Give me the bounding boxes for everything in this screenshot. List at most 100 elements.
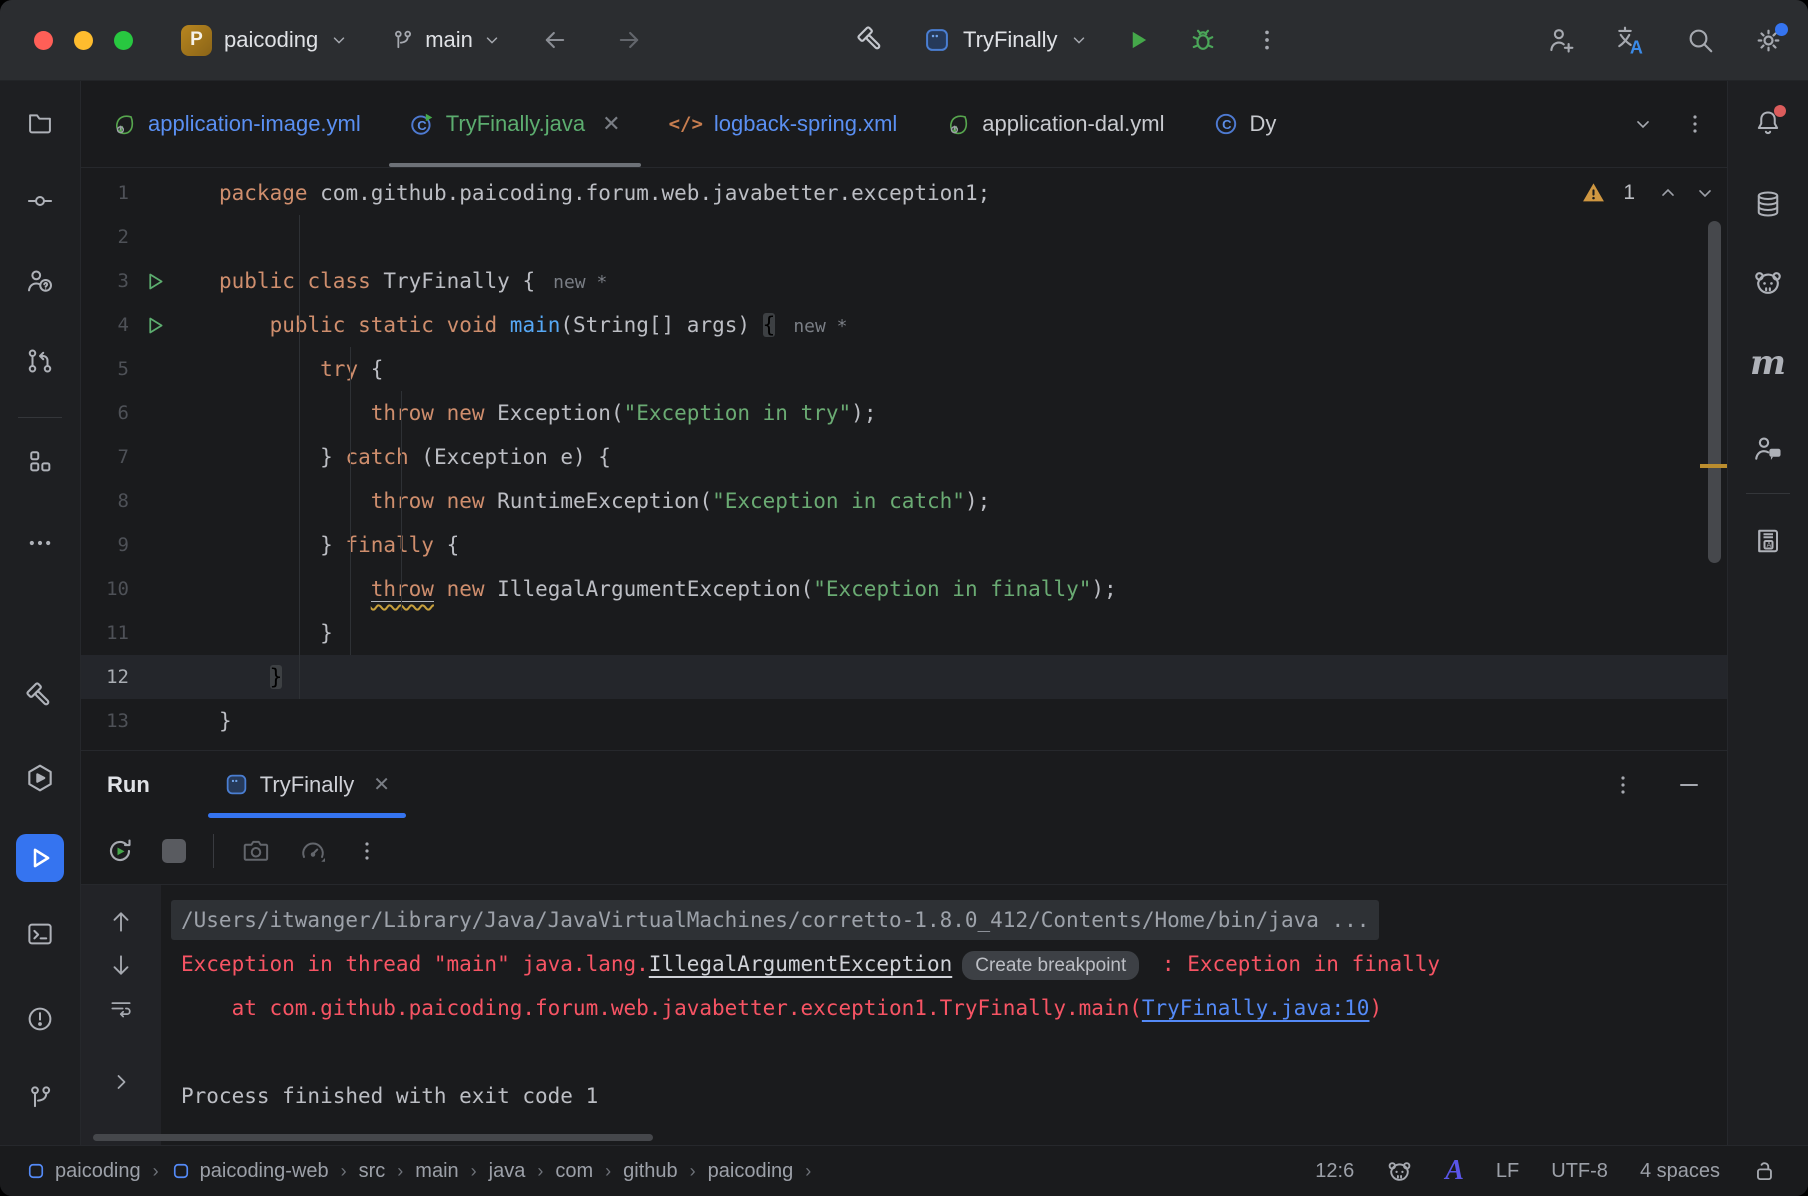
console-horizontal-scrollbar[interactable]	[93, 1134, 653, 1141]
close-tab-icon[interactable]: ✕	[602, 111, 620, 137]
hide-panel-minus-icon[interactable]	[1677, 773, 1701, 797]
warning-stripe-mark[interactable]	[1700, 464, 1727, 468]
code-line-13[interactable]: 13}	[81, 699, 1727, 743]
breadcrumb-item-paicoding[interactable]: paicoding	[26, 1160, 141, 1183]
code-line-2[interactable]: 2	[81, 215, 1727, 259]
structure-tool-icon[interactable]	[16, 437, 64, 485]
code-line-9[interactable]: 9 } finally {	[81, 523, 1727, 567]
terminal-tool-icon[interactable]	[16, 910, 64, 958]
database-tool-icon[interactable]	[1744, 180, 1792, 228]
breadcrumb-item-github[interactable]: github	[623, 1160, 678, 1183]
console-options-kebab-icon[interactable]	[355, 839, 379, 863]
notifications-tool-icon[interactable]	[1744, 99, 1792, 147]
run-console[interactable]: /Users/itwanger/Library/Java/JavaVirtual…	[81, 885, 1727, 1145]
scroll-up-arrow-icon[interactable]	[108, 909, 134, 935]
version-control-tool-icon[interactable]	[16, 1074, 64, 1122]
previous-warning-chevron-icon[interactable]	[1658, 183, 1678, 203]
build-hammer-icon[interactable]	[855, 24, 887, 56]
tab-logback-spring-xml[interactable]: </> logback-spring.xml	[645, 81, 922, 167]
hidden-tabs-chevron-icon[interactable]	[1633, 114, 1653, 134]
create-breakpoint-badge[interactable]: Create breakpoint	[962, 951, 1139, 980]
code-line-12[interactable]: 12 }	[81, 655, 1727, 699]
code-line-10[interactable]: 10 throw new IllegalArgumentException("E…	[81, 567, 1727, 611]
project-tool-icon[interactable]	[16, 99, 64, 147]
thread-dump-camera-icon[interactable]	[241, 836, 271, 866]
breadcrumb-item-java[interactable]: java	[489, 1160, 526, 1183]
pull-requests-tool-icon[interactable]	[16, 337, 64, 385]
breadcrumb-label: github	[623, 1160, 678, 1183]
m-plugin-tool-icon[interactable]: m	[1744, 339, 1792, 387]
search-icon[interactable]	[1685, 25, 1715, 55]
run-configuration-selector[interactable]: TryFinally	[923, 26, 1088, 54]
tab-application-image-yml[interactable]: application-image.yml	[87, 81, 385, 167]
code-line-6[interactable]: 6 throw new Exception("Exception in try"…	[81, 391, 1727, 435]
close-run-tab-icon[interactable]: ✕	[373, 772, 390, 797]
profiler-gauge-icon[interactable]	[298, 836, 328, 866]
more-actions-kebab-icon[interactable]	[1254, 27, 1280, 53]
vcs-branch-widget[interactable]: main	[390, 27, 501, 53]
run-tool-icon[interactable]	[16, 834, 64, 882]
code-line-5[interactable]: 5 try {	[81, 347, 1727, 391]
tab-tryfinally-java[interactable]: C TryFinally.java ✕	[385, 81, 645, 167]
file-encoding-indicator[interactable]: UTF-8	[1551, 1160, 1608, 1183]
zoom-window-button[interactable]	[114, 31, 133, 50]
translate-icon[interactable]: A	[1615, 24, 1647, 56]
indent-indicator[interactable]: 4 spaces	[1640, 1160, 1720, 1183]
run-panel-options-kebab-icon[interactable]	[1611, 773, 1635, 797]
documentation-book-tool-icon[interactable]: A	[1744, 517, 1792, 565]
run-config-app-icon	[923, 26, 951, 54]
unlock-icon[interactable]	[1752, 1158, 1778, 1184]
code-line-11[interactable]: 11 }	[81, 611, 1727, 655]
code-line-1[interactable]: 1package com.github.paicoding.forum.web.…	[81, 171, 1727, 215]
community-chat-tool-icon[interactable]	[1744, 424, 1792, 472]
settings-gear-icon[interactable]	[1753, 25, 1784, 56]
code-line-7[interactable]: 7 } catch (Exception e) {	[81, 435, 1727, 479]
forward-arrow-icon[interactable]	[615, 26, 643, 54]
monkey-plugin-icon[interactable]	[1386, 1158, 1413, 1185]
code-line-3[interactable]: 3public class TryFinally {new *	[81, 259, 1727, 303]
next-warning-chevron-icon[interactable]	[1695, 183, 1715, 203]
project-widget[interactable]: P paicoding	[181, 25, 348, 56]
breadcrumb-item-com[interactable]: com	[555, 1160, 593, 1183]
assistant-monkey-tool-icon[interactable]	[1744, 259, 1792, 307]
code-line-4[interactable]: 4 public static void main(String[] args)…	[81, 303, 1727, 347]
stop-button[interactable]	[162, 839, 186, 863]
services-tool-icon[interactable]	[16, 754, 64, 802]
code-editor[interactable]: 1package com.github.paicoding.forum.web.…	[81, 168, 1727, 750]
exception-class-link[interactable]: IllegalArgumentException	[649, 952, 952, 976]
rerun-button[interactable]	[105, 836, 135, 866]
build-tool-icon[interactable]	[16, 672, 64, 720]
problems-tool-icon[interactable]	[16, 995, 64, 1043]
more-tools-ellipsis-icon[interactable]	[16, 519, 64, 567]
stack-frame-link[interactable]: TryFinally.java:10	[1142, 996, 1370, 1020]
close-window-button[interactable]	[34, 31, 53, 50]
console-output[interactable]: /Users/itwanger/Library/Java/JavaVirtual…	[161, 885, 1727, 1145]
breadcrumb-item-src[interactable]: src	[359, 1160, 386, 1183]
run-line-gutter-icon[interactable]	[129, 259, 189, 303]
a-plugin-icon[interactable]: A	[1445, 1155, 1464, 1187]
caret-position[interactable]: 12:6	[1315, 1160, 1354, 1183]
scroll-down-arrow-icon[interactable]	[108, 952, 134, 978]
tab-options-kebab-icon[interactable]	[1683, 112, 1707, 136]
tab-application-dal-yml[interactable]: application-dal.yml	[921, 81, 1188, 167]
tab-truncated[interactable]: C Dy	[1189, 81, 1331, 167]
commit-tool-icon[interactable]	[16, 177, 64, 225]
expand-chevron-icon[interactable]	[109, 1070, 133, 1094]
breadcrumb-item-paicoding-web[interactable]: paicoding-web	[171, 1160, 329, 1183]
line-separator-indicator[interactable]: LF	[1496, 1160, 1519, 1183]
breadcrumb-item-paicoding[interactable]: paicoding	[708, 1160, 794, 1183]
inspection-widget[interactable]: 1	[1581, 180, 1715, 205]
console-line-2: Exception in thread "main" java.lang.Ill…	[181, 941, 1727, 985]
run-button[interactable]	[1124, 26, 1152, 54]
run-line-gutter-icon[interactable]	[129, 303, 189, 347]
breadcrumb-item-main[interactable]: main	[415, 1160, 458, 1183]
minimize-window-button[interactable]	[74, 31, 93, 50]
soft-wrap-icon[interactable]	[108, 995, 134, 1021]
ai-assistant-tool-icon[interactable]	[16, 257, 64, 305]
code-line-8[interactable]: 8 throw new RuntimeException("Exception …	[81, 479, 1727, 523]
add-user-icon[interactable]	[1547, 25, 1577, 55]
back-arrow-icon[interactable]	[541, 26, 569, 54]
editor-vertical-scrollbar[interactable]	[1708, 221, 1721, 563]
run-tab-tryfinally[interactable]: TryFinally ✕	[208, 751, 406, 818]
debug-button[interactable]	[1188, 25, 1218, 55]
